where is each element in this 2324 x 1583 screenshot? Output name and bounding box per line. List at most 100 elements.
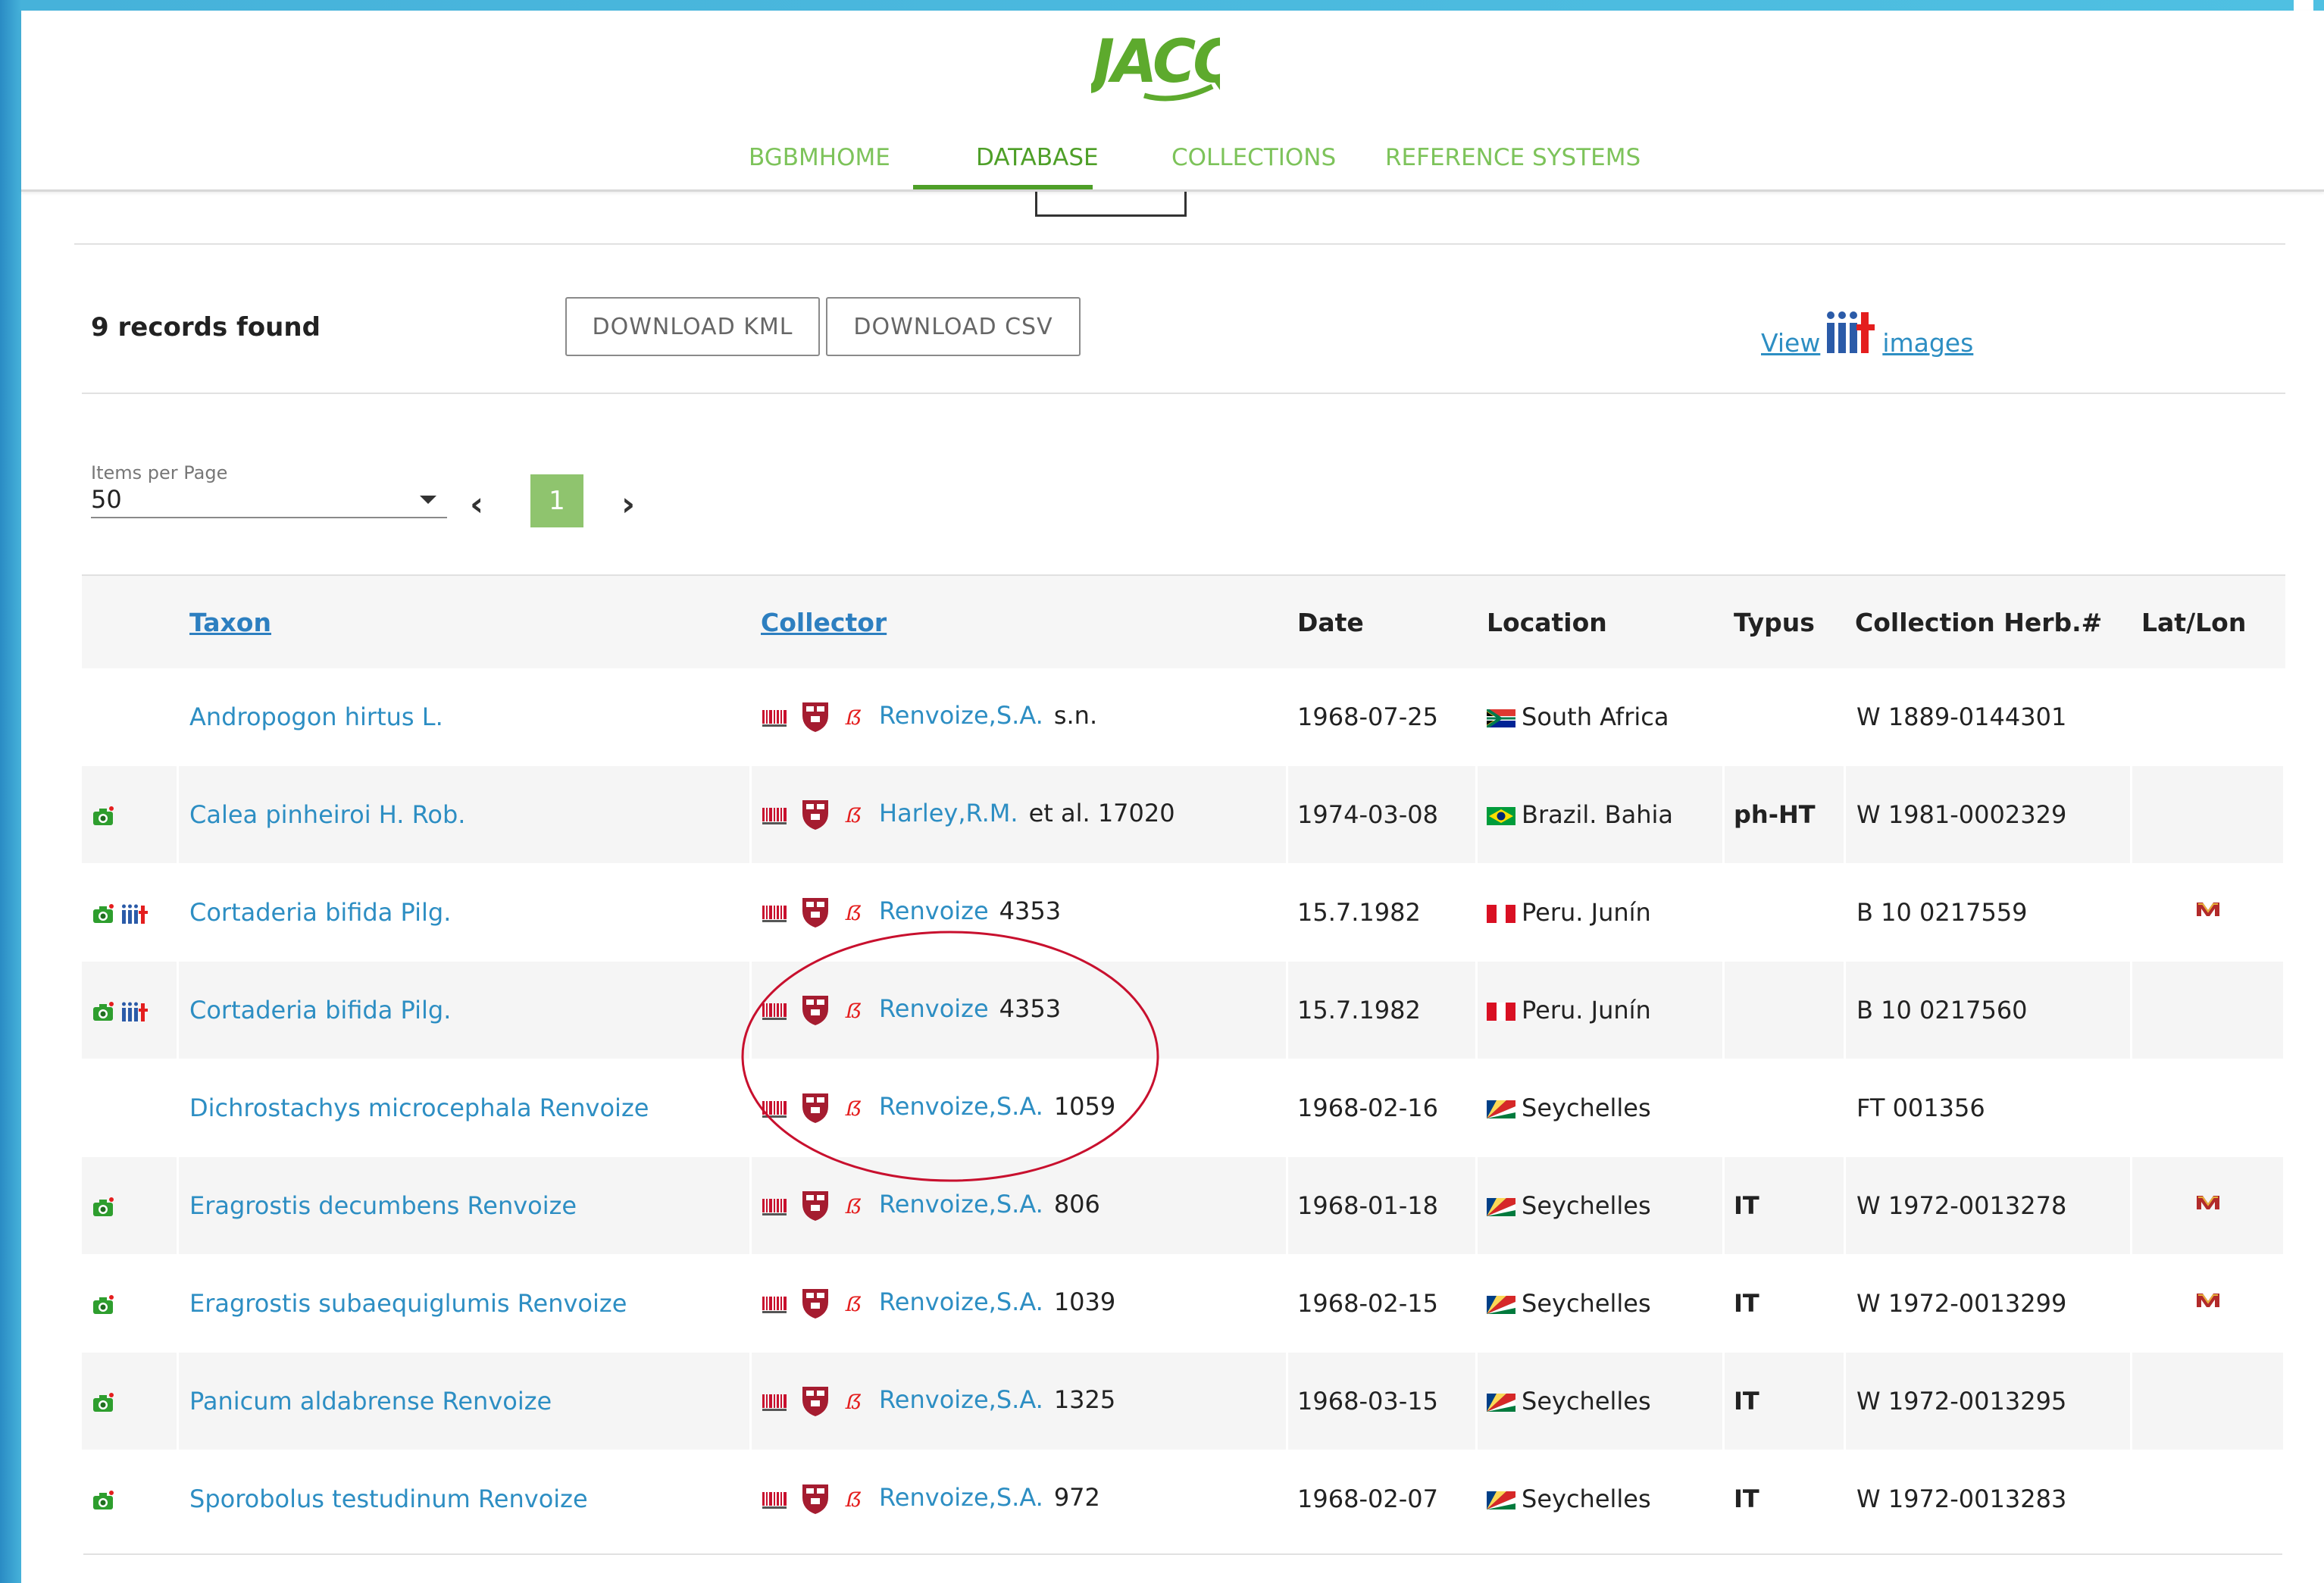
collector-icons: ẞ <box>761 1287 868 1320</box>
barcode-icon[interactable] <box>761 999 790 1021</box>
table-header-row: Taxon Collector Date Location Typus Coll… <box>82 576 2285 668</box>
location-text: Brazil. Bahia <box>1522 800 1673 829</box>
collector-link[interactable]: Renvoize,S.A. <box>879 701 1043 730</box>
location-cell: Peru. Junín <box>1478 962 1725 1059</box>
camera-icon[interactable] <box>91 1196 115 1219</box>
sort-taxon-link[interactable]: Taxon <box>189 608 271 637</box>
camera-icon[interactable] <box>91 1000 115 1023</box>
collector-cell: ẞ Renvoize 4353 <box>752 962 1288 1059</box>
harvard-shield-icon[interactable] <box>800 1189 830 1222</box>
bionomia-icon[interactable]: ẞ <box>841 702 868 732</box>
harvard-shield-icon[interactable] <box>800 993 830 1027</box>
nav-database[interactable]: DATABASE <box>976 144 1099 171</box>
location-cell: South Africa <box>1478 668 1725 766</box>
bionomia-icon[interactable]: ẞ <box>841 1093 868 1123</box>
taxon-link[interactable]: Andropogon hirtus L. <box>189 702 443 731</box>
collector-link[interactable]: Renvoize,S.A. <box>879 1092 1043 1121</box>
prev-page-button[interactable]: ‹ <box>470 485 483 524</box>
bionomia-icon[interactable]: ẞ <box>841 1484 868 1514</box>
collector-number: 806 <box>1053 1190 1100 1219</box>
flag-seychelles-icon <box>1487 1394 1515 1412</box>
barcode-icon[interactable] <box>761 1292 790 1315</box>
collector-link[interactable]: Renvoize,S.A. <box>879 1385 1043 1414</box>
download-kml-button[interactable]: DOWNLOAD KML <box>565 297 820 356</box>
collector-icons: ẞ <box>761 1384 868 1418</box>
collector-number: 1059 <box>1053 1092 1116 1121</box>
location-cell: Seychelles <box>1478 1255 1725 1353</box>
barcode-icon[interactable] <box>761 1097 790 1119</box>
taxon-link[interactable]: Panicum aldabrense Renvoize <box>189 1387 552 1416</box>
location-text: Seychelles <box>1522 1484 1651 1513</box>
barcode-icon[interactable] <box>761 705 790 728</box>
nav-collections[interactable]: COLLECTIONS <box>1171 144 1336 171</box>
barcode-icon[interactable] <box>761 803 790 826</box>
collector-icons: ẞ <box>761 1091 868 1125</box>
bionomia-icon[interactable]: ẞ <box>841 1288 868 1319</box>
bionomia-icon[interactable]: ẞ <box>841 897 868 928</box>
results-table: Taxon Collector Date Location Typus Coll… <box>82 576 2285 1548</box>
harvard-shield-icon[interactable] <box>800 1091 830 1125</box>
taxon-link[interactable]: Eragrostis decumbens Renvoize <box>189 1191 577 1220</box>
herbarium-number-cell: W 1972-0013295 <box>1846 1353 2132 1450</box>
camera-icon[interactable] <box>91 1294 115 1316</box>
harvard-shield-icon[interactable] <box>800 896 830 929</box>
barcode-icon[interactable] <box>761 1194 790 1217</box>
collector-icons: ẞ <box>761 700 868 734</box>
collector-link[interactable]: Renvoize,S.A. <box>879 1287 1043 1316</box>
items-per-page-select[interactable]: 50 <box>91 485 447 518</box>
camera-icon[interactable] <box>91 805 115 827</box>
harvard-shield-icon[interactable] <box>800 1287 830 1320</box>
barcode-icon[interactable] <box>761 1390 790 1412</box>
collector-link[interactable]: Renvoize <box>879 896 989 925</box>
collector-number: et al. 17020 <box>1028 799 1175 827</box>
bionomia-icon[interactable]: ẞ <box>841 1190 868 1221</box>
camera-icon[interactable] <box>91 1489 115 1512</box>
harvard-shield-icon[interactable] <box>800 1384 830 1418</box>
location-cell: Brazil. Bahia <box>1478 766 1725 864</box>
herbarium-number-cell: FT 001356 <box>1846 1059 2132 1157</box>
map-marker-icon[interactable] <box>2194 898 2222 921</box>
jacq-logo[interactable]: JACQ <box>1091 27 1220 103</box>
collector-link[interactable]: Renvoize,S.A. <box>879 1190 1043 1219</box>
taxon-link[interactable]: Sporobolus testudinum Renvoize <box>189 1484 588 1513</box>
harvard-shield-icon[interactable] <box>800 1482 830 1516</box>
taxon-link[interactable]: Dichrostachys microcephala Renvoize <box>189 1093 649 1122</box>
current-page-button[interactable]: 1 <box>530 474 583 527</box>
barcode-icon[interactable] <box>761 901 790 924</box>
bionomia-icon[interactable]: ẞ <box>841 1386 868 1416</box>
collector-number: 972 <box>1053 1483 1100 1512</box>
sort-collector-link[interactable]: Collector <box>761 608 887 637</box>
next-page-button[interactable]: › <box>621 485 635 524</box>
location-text: Peru. Junín <box>1522 996 1651 1025</box>
bionomia-icon[interactable]: ẞ <box>841 799 868 830</box>
flag-seychelles-icon <box>1487 1296 1515 1314</box>
camera-icon[interactable] <box>91 903 115 925</box>
taxon-link[interactable]: Eragrostis subaequiglumis Renvoize <box>189 1289 627 1318</box>
map-marker-icon[interactable] <box>2194 1191 2222 1214</box>
collector-link[interactable]: Renvoize <box>879 994 989 1023</box>
bionomia-icon[interactable]: ẞ <box>841 995 868 1025</box>
view-iiif-images-link[interactable]: View images <box>1761 303 1973 358</box>
iiif-icon[interactable] <box>121 1000 149 1023</box>
location-cell: Seychelles <box>1478 1353 1725 1450</box>
iiif-icon[interactable] <box>121 903 149 925</box>
taxon-link[interactable]: Calea pinheiroi H. Rob. <box>189 800 465 829</box>
collector-icons: ẞ <box>761 798 868 831</box>
map-marker-icon[interactable] <box>2194 1289 2222 1312</box>
harvard-shield-icon[interactable] <box>800 798 830 831</box>
taxon-cell: Cortaderia bifida Pilg. <box>179 962 752 1059</box>
collector-link[interactable]: Renvoize,S.A. <box>879 1483 1043 1512</box>
dropdown-arrow-icon <box>420 496 436 504</box>
results-body: Andropogon hirtus L. ẞ Renvoize,S.A. s.n. 19… <box>82 668 2285 1548</box>
harvard-shield-icon[interactable] <box>800 700 830 734</box>
barcode-icon[interactable] <box>761 1488 790 1510</box>
nav-bgbmhome[interactable]: BGBMHOME <box>749 144 890 171</box>
taxon-cell: Eragrostis decumbens Renvoize <box>179 1157 752 1255</box>
camera-icon[interactable] <box>91 1391 115 1414</box>
collector-link[interactable]: Harley,R.M. <box>879 799 1018 827</box>
taxon-link[interactable]: Cortaderia bifida Pilg. <box>189 996 451 1025</box>
download-csv-button[interactable]: DOWNLOAD CSV <box>826 297 1081 356</box>
nav-reference-systems[interactable]: REFERENCE SYSTEMS <box>1385 144 1641 171</box>
taxon-link[interactable]: Cortaderia bifida Pilg. <box>189 898 451 927</box>
table-row: Cortaderia bifida Pilg. ẞ Renvoize 4353 15.7… <box>82 962 2285 1059</box>
